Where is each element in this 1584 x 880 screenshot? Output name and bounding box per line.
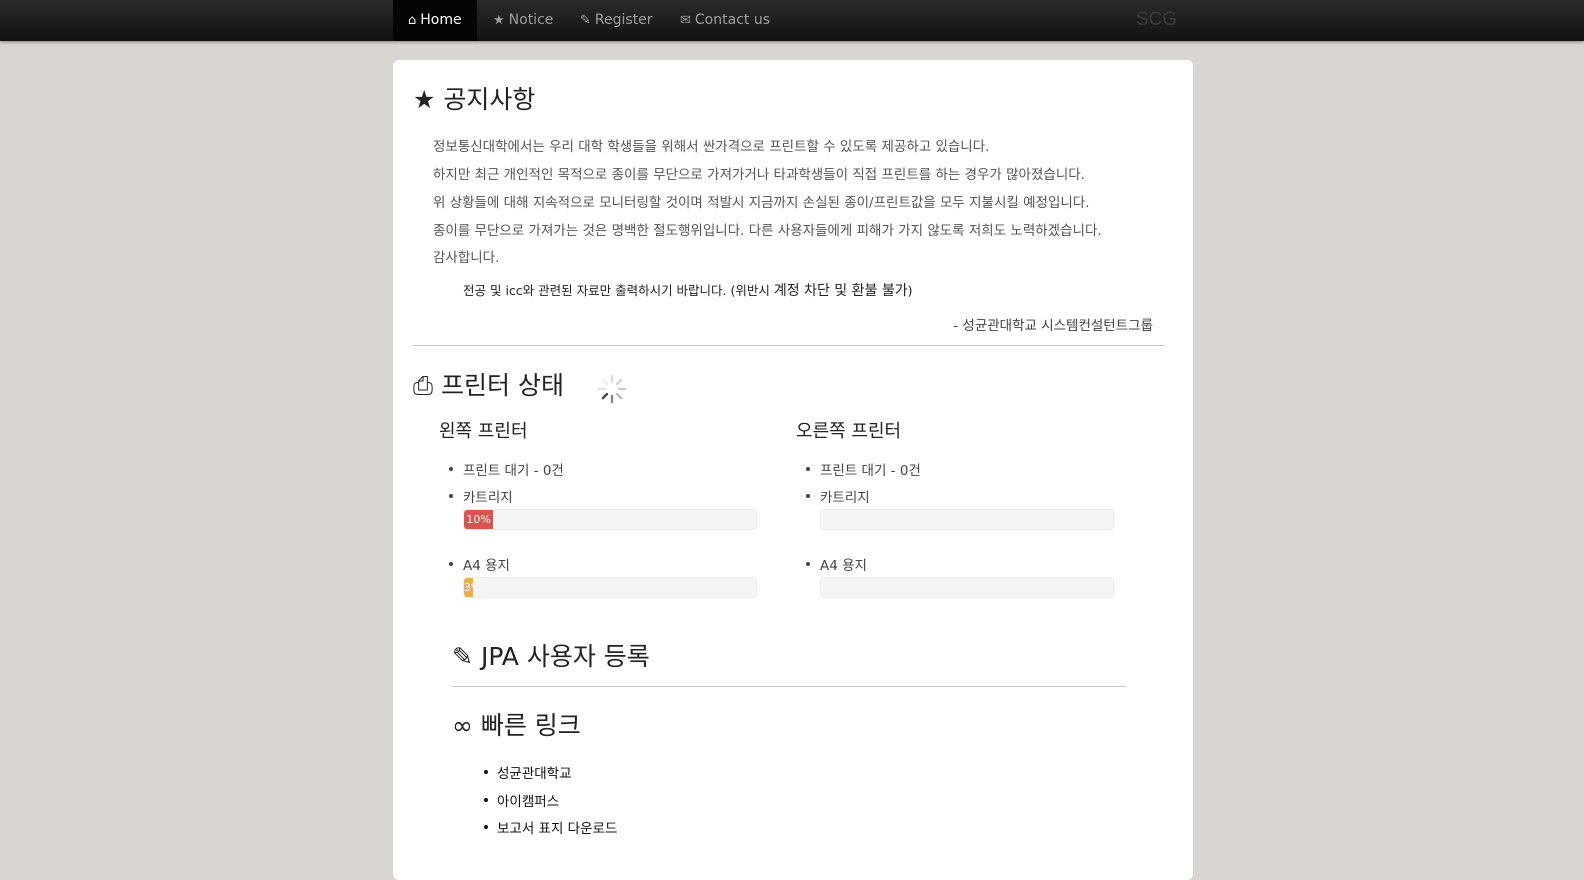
right-paper-label: A4 용지 bbox=[806, 554, 867, 574]
link-icampus[interactable]: 아이캠퍼스 bbox=[483, 790, 559, 810]
left-printer-queue: 프린트 대기 - 0건 bbox=[449, 459, 564, 479]
notice-paragraph: 위 상황들에 대해 지속적으로 모니터링할 것이며 적발시 지금까지 손실된 종… bbox=[433, 195, 1090, 211]
printer-status-heading: ⎙ 프린터 상태 bbox=[413, 373, 564, 398]
loading-spinner-icon bbox=[597, 374, 627, 404]
right-printer-title: 오른쪽 프린터 bbox=[796, 421, 902, 442]
nav-notice-label: Notice bbox=[508, 12, 554, 28]
quick-links-title: 빠른 링크 bbox=[480, 711, 581, 740]
left-paper-fill: 3% bbox=[464, 578, 473, 597]
notice-title: 공지사항 bbox=[443, 85, 536, 114]
notice-signature: - 성균관대학교 시스템컨설턴트그룹 bbox=[953, 318, 1153, 334]
home-icon: ⌂ bbox=[408, 13, 417, 28]
notice-heading: ★ 공지사항 bbox=[413, 87, 535, 112]
notice-warning-text: 전공 및 icc와 관련된 자료만 출력하시기 바랍니다. (위반시 bbox=[463, 283, 774, 298]
left-printer-title: 왼쪽 프린터 bbox=[439, 421, 528, 442]
main-panel: ★ 공지사항 정보통신대학에서는 우리 대학 학생들을 위해서 싼가격으로 프린트… bbox=[393, 60, 1193, 880]
left-paper-label: A4 용지 bbox=[449, 554, 510, 574]
top-navbar: ⌂ Home ★ Notice ✎ Register ✉ Contact us SCG bbox=[0, 0, 1584, 41]
right-printer-queue: 프린트 대기 - 0건 bbox=[806, 459, 921, 479]
nav-home-label: Home bbox=[420, 12, 462, 28]
nav-register[interactable]: ✎ Register bbox=[580, 0, 653, 41]
notice-paragraph: 감사합니다. bbox=[433, 250, 500, 266]
left-printer: 왼쪽 프린터 프린트 대기 - 0건 카트리지 10% A4 용지 3% bbox=[439, 421, 759, 598]
left-cartridge-progress: 10% bbox=[463, 509, 757, 530]
right-cartridge-progress bbox=[820, 509, 1114, 530]
star-icon: ★ bbox=[413, 85, 436, 114]
printer-status-title: 프린터 상태 bbox=[441, 371, 564, 400]
link-skku[interactable]: 성균관대학교 bbox=[484, 762, 572, 782]
pencil-icon: ✎ bbox=[580, 13, 591, 28]
brand-logo[interactable]: SCG bbox=[1136, 0, 1177, 41]
star-icon: ★ bbox=[493, 13, 505, 28]
notice-paragraph: 정보통신대학에서는 우리 대학 학생들을 위해서 싼가격으로 프린트할 수 있도… bbox=[433, 139, 990, 155]
nav-register-label: Register bbox=[594, 12, 653, 28]
nav-contact[interactable]: ✉ Contact us bbox=[680, 0, 770, 41]
divider bbox=[452, 686, 1126, 687]
notice-paragraph: 하지만 최근 개인적인 목적으로 종이를 무단으로 가져가거나 타과학생들이 직… bbox=[433, 167, 1085, 183]
notice-warning-close: ) bbox=[907, 283, 913, 298]
link-icon: ∞ bbox=[452, 711, 473, 740]
quick-links-heading: ∞ 빠른 링크 bbox=[452, 713, 581, 738]
nav-home[interactable]: ⌂ Home bbox=[393, 0, 477, 41]
notice-paragraph: 종이를 무단으로 가져가는 것은 명백한 절도행위입니다. 다른 사용자들에게 … bbox=[433, 223, 1102, 239]
printer-icon: ⎙ bbox=[413, 371, 434, 400]
left-paper-progress: 3% bbox=[463, 577, 757, 598]
notice-warning: 전공 및 icc와 관련된 자료만 출력하시기 바랍니다. (위반시 계정 차단… bbox=[463, 280, 912, 300]
nav-notice[interactable]: ★ Notice bbox=[493, 0, 553, 41]
envelope-icon: ✉ bbox=[680, 13, 691, 28]
left-cartridge-fill: 10% bbox=[464, 510, 494, 529]
right-cartridge-label: 카트리지 bbox=[806, 486, 870, 506]
register-heading: ✎ JPA 사용자 등록 bbox=[452, 644, 650, 669]
pencil-icon: ✎ bbox=[452, 642, 473, 671]
link-report-cover-download[interactable]: 보고서 표지 다운로드 bbox=[483, 817, 617, 837]
right-paper-progress bbox=[820, 577, 1114, 598]
notice-warning-emphasis: 계정 차단 및 환불 불가 bbox=[773, 283, 908, 299]
nav-contact-label: Contact us bbox=[694, 12, 770, 28]
right-printer: 오른쪽 프린터 프린트 대기 - 0건 카트리지 A4 용지 bbox=[796, 421, 1116, 598]
divider bbox=[413, 345, 1165, 346]
left-cartridge-label: 카트리지 bbox=[449, 486, 513, 506]
register-title: JPA 사용자 등록 bbox=[480, 642, 650, 671]
navbar-inner: ⌂ Home ★ Notice ✎ Register ✉ Contact us SCG bbox=[393, 0, 1189, 41]
